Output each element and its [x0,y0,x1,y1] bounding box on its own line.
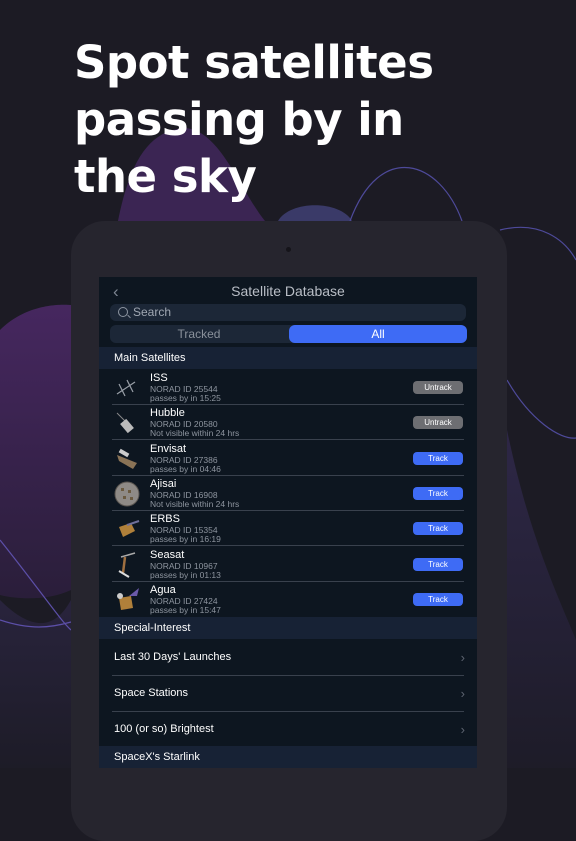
section-header-main: Main Satellites [99,347,477,369]
list-item-label: Last 30 Days' Launches [114,651,232,663]
list-item-space-stations[interactable]: Space Stations › [99,676,477,712]
satellite-row[interactable]: Agua NORAD ID 27424 passes by in 15:47 Trac… [99,582,477,617]
section-title: Main Satellites [114,352,186,364]
list-item-launches[interactable]: Last 30 Days' Launches › [99,640,477,676]
chevron-right-icon: › [460,722,465,737]
list-item-label: Space Stations [114,687,188,699]
satellite-row[interactable]: Hubble NORAD ID 20580 Not visible within 2… [99,405,477,441]
untrack-button[interactable]: Untrack [413,416,463,430]
satellite-thumbnail [113,445,141,473]
section-title: SpaceX's Starlink [114,751,200,763]
satellite-thumbnail [113,586,141,614]
pass-status: passes by in 01:13 [150,569,221,580]
pass-status: passes by in 15:25 [150,393,221,403]
satellite-thumbnail [113,480,141,508]
track-button[interactable]: Track [413,592,463,606]
satellite-name: ISS [150,372,168,384]
search-placeholder: Search [133,305,172,319]
satellite-name: ERBS [150,513,180,526]
satellite-name: Seasat [150,548,185,561]
satellite-row[interactable]: Seasat NORAD ID 10967 passes by in 01:13 Tr… [99,547,477,582]
satellite-thumbnail [113,409,141,437]
satellite-name: Ajisai [150,477,177,490]
headline: Spot satellites passing by in the sky [74,36,434,203]
search-icon [118,307,128,317]
track-button[interactable]: Track [413,557,463,571]
tab-tracked[interactable]: Tracked [110,325,288,343]
satellite-thumbnail [113,515,141,543]
track-button[interactable]: Track [413,451,463,465]
track-button[interactable]: Track [413,522,463,536]
satellite-row[interactable]: ERBS NORAD ID 15354 passes by in 16:19 Trac… [99,511,477,547]
pass-status: Not visible within 24 hrs [150,498,240,509]
chevron-right-icon: › [460,650,465,665]
section-title: Special-Interest [114,622,191,634]
list-item-label: 100 (or so) Brightest [114,723,214,735]
satellite-name: Agua [150,583,176,596]
satellite-row[interactable]: Ajisai NORAD ID 16908 Not visible within 2… [99,476,477,511]
satellite-row[interactable]: ISS NORAD ID 25544 passes by in 15:25 Untra… [99,370,477,405]
segmented-control: Tracked All [110,325,467,343]
pass-status: passes by in 15:47 [150,604,221,615]
chevron-right-icon: › [460,686,465,701]
page-title: Satellite Database [231,283,345,299]
tab-all[interactable]: All [289,325,467,343]
list-item-brightest[interactable]: 100 (or so) Brightest › [99,712,477,748]
satellite-row[interactable]: Envisat NORAD ID 27386 passes by in 04:46 T… [99,441,477,476]
satellite-thumbnail [113,374,141,402]
app-screen: ‹ Satellite Database Search Tracked All … [99,277,477,768]
section-header-starlink: SpaceX's Starlink [99,746,477,768]
track-button[interactable]: Track [413,486,463,500]
search-input[interactable]: Search [110,304,466,321]
satellite-name: Hubble [150,407,185,420]
satellite-name: Envisat [150,442,187,455]
pass-status: passes by in 16:19 [150,534,221,545]
pass-status: Not visible within 24 hrs [150,428,240,439]
untrack-button[interactable]: Untrack [413,381,463,394]
section-header-special: Special-Interest [99,617,477,639]
tablet-camera [286,247,291,252]
pass-status: passes by in 04:46 [150,463,221,474]
satellite-thumbnail [113,551,141,579]
nav-bar: ‹ Satellite Database [99,277,477,305]
